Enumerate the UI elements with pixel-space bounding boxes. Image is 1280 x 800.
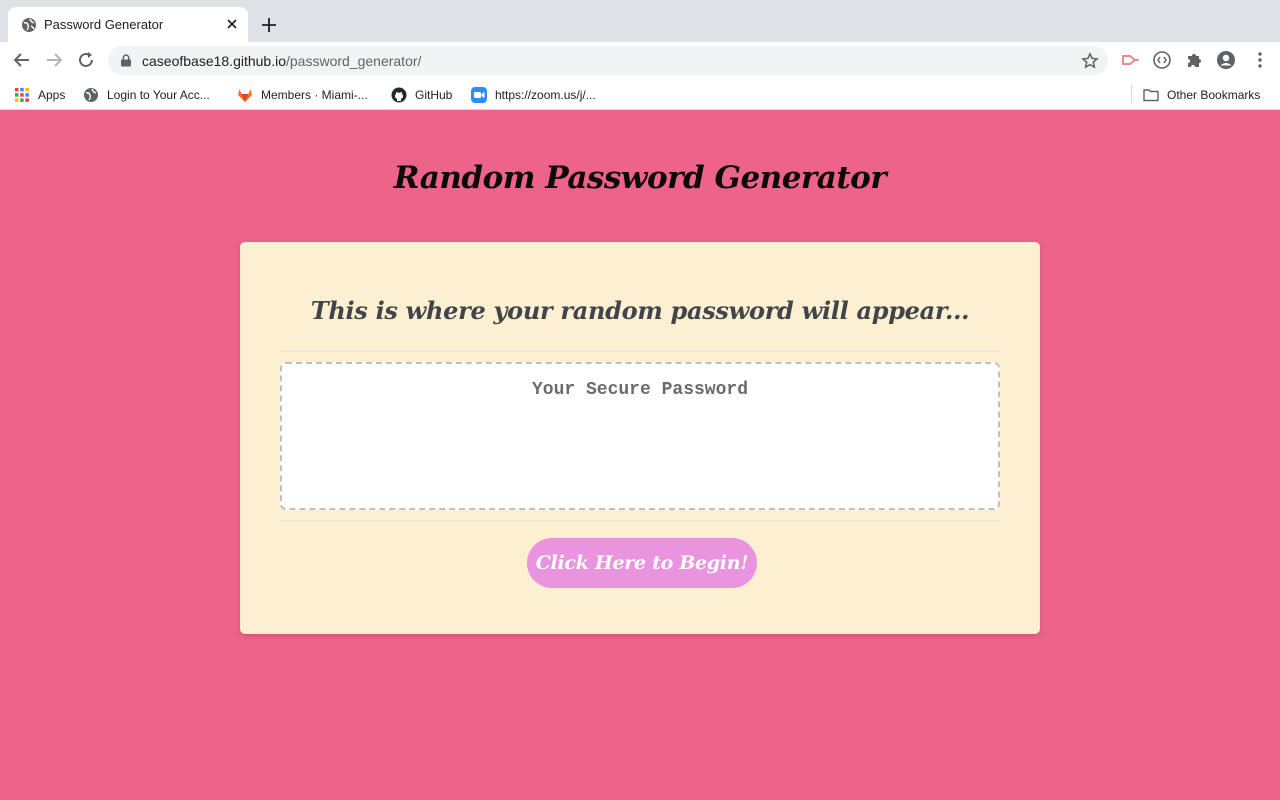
password-card: This is where your random password will … [240, 242, 1040, 634]
generate-password-button[interactable]: Click Here to Begin! [527, 538, 757, 588]
new-tab-icon[interactable] [260, 16, 278, 34]
bookmarks-divider [1131, 85, 1132, 103]
folder-icon [1143, 88, 1159, 101]
bookmark-star-icon[interactable] [1081, 52, 1099, 70]
apps-grid-icon [15, 87, 29, 102]
card-divider-bottom [280, 520, 1000, 522]
globe-icon [22, 18, 36, 32]
bookmark-login[interactable]: Login to Your Acc... [83, 86, 210, 103]
forward-arrow-icon[interactable] [44, 50, 64, 70]
url-host: caseofbase18.github.io [142, 53, 286, 69]
bookmark-zoom[interactable]: https://zoom.us/j/... [471, 86, 596, 103]
bookmark-label: GitHub [415, 87, 453, 102]
bookmark-apps[interactable]: Apps [14, 86, 65, 103]
cast-extension-icon[interactable] [1120, 50, 1140, 70]
card-divider-top [280, 350, 1000, 352]
close-icon[interactable] [224, 16, 240, 32]
other-bookmarks-label: Other Bookmarks [1167, 87, 1261, 102]
lock-icon [121, 54, 131, 67]
bookmark-gitlab-members[interactable]: Members · Miami-... [237, 86, 368, 103]
browser-toolbar: caseofbase18.github.io/password_generato… [0, 42, 1280, 78]
browser-tab[interactable]: Password Generator [8, 7, 248, 42]
bookmark-label: https://zoom.us/j/... [495, 87, 596, 102]
other-bookmarks[interactable]: Other Bookmarks [1143, 86, 1260, 103]
github-icon [391, 87, 407, 102]
bookmark-label: Login to Your Acc... [107, 87, 210, 102]
code-extension-icon[interactable] [1152, 50, 1172, 70]
password-output[interactable] [280, 362, 1000, 510]
bookmarks-bar: Apps Login to Your Acc... Members · Miam… [0, 78, 1280, 110]
bookmark-label: Members · Miami-... [261, 87, 368, 102]
extensions-puzzle-icon[interactable] [1184, 50, 1204, 70]
zoom-icon [471, 86, 487, 103]
globe-icon [84, 87, 98, 102]
tab-title: Password Generator [44, 17, 164, 32]
profile-avatar-icon[interactable] [1216, 50, 1236, 70]
reload-icon[interactable] [76, 50, 96, 70]
menu-kebab-icon[interactable] [1250, 50, 1270, 70]
browser-tab-strip: Password Generator [0, 0, 1280, 42]
card-header: This is where your random password will … [310, 296, 970, 325]
back-arrow-icon[interactable] [12, 50, 32, 70]
url-path: /password_generator/ [286, 53, 422, 69]
url-text: caseofbase18.github.io/password_generato… [142, 53, 421, 69]
bookmark-github[interactable]: GitHub [391, 86, 452, 103]
gitlab-icon [238, 88, 252, 102]
bookmark-label: Apps [38, 87, 66, 102]
address-bar[interactable]: caseofbase18.github.io/password_generato… [108, 46, 1108, 75]
page-title: Random Password Generator [393, 160, 887, 196]
